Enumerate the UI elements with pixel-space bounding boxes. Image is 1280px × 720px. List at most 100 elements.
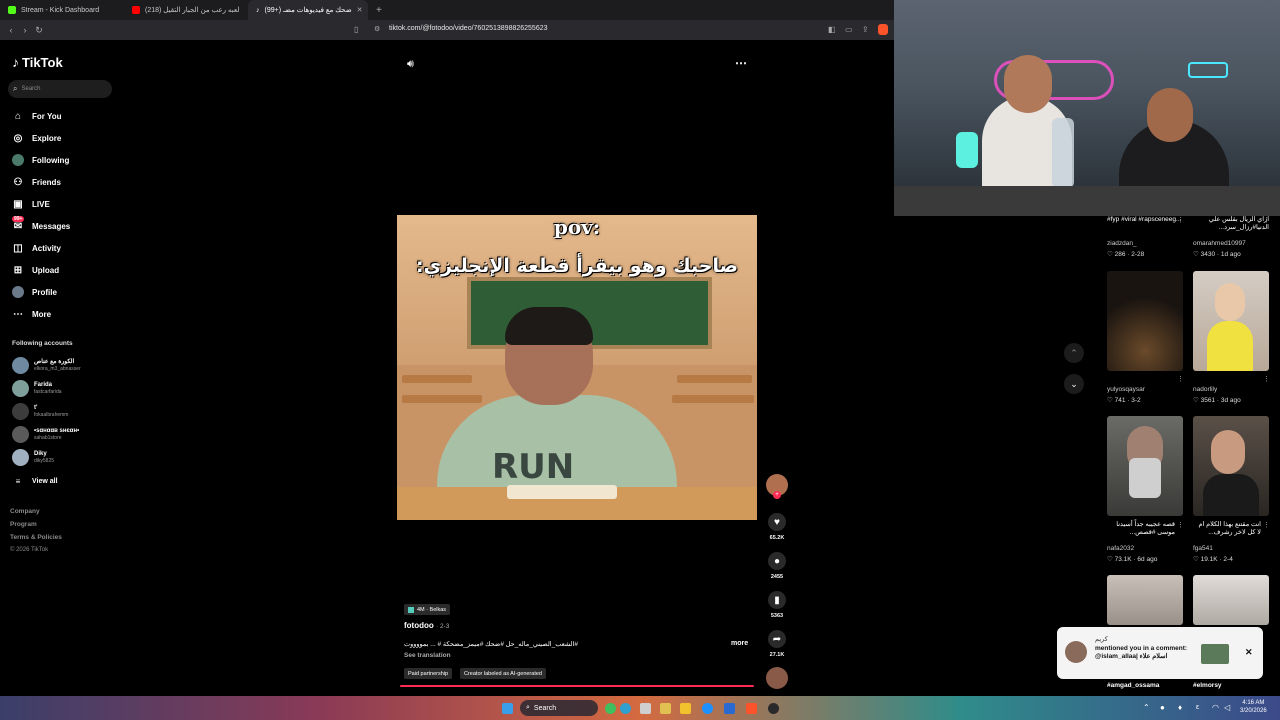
nav-upload[interactable]: ⊞ Upload <box>12 264 59 276</box>
grid-user[interactable]: #amgad_ossama <box>1107 682 1159 689</box>
footer-terms[interactable]: Terms & Policies <box>10 534 62 541</box>
search-input[interactable]: ⌕ Search <box>8 80 112 98</box>
tab-kick[interactable]: Stream - Kick Dashboard <box>0 0 124 20</box>
grid-date: 3d ago <box>1220 397 1241 404</box>
close-tab-icon[interactable]: ✕ <box>357 6 363 14</box>
tray-mic-icon[interactable]: ♦ <box>1178 703 1182 712</box>
notification-toast[interactable]: كريم mentioned you in a comment: @islam_… <box>1057 627 1263 679</box>
follow-plus-icon[interactable]: + <box>773 491 781 499</box>
account-item[interactable]: t' fokaalbrahemm <box>12 403 68 420</box>
nav-for-you[interactable]: ⌂ For You <box>12 110 62 122</box>
account-item[interactable]: Farida fastcarfarida <box>12 380 62 397</box>
creator-avatar-button[interactable]: + <box>766 474 788 499</box>
video-player[interactable]: RUN pov: صاحبك وهو بيقرأ قطعة الإنجليزي: <box>397 215 757 520</box>
obs-icon[interactable] <box>768 703 779 714</box>
store-icon[interactable] <box>724 703 735 714</box>
tab-youtube[interactable]: لعبه رعب من الجبار التقيل (218) <box>124 0 248 20</box>
grid-user[interactable]: nadorlily <box>1193 386 1217 393</box>
back-icon[interactable]: ‹ <box>4 25 18 35</box>
grid-thumbnail[interactable] <box>1107 271 1183 371</box>
nav-activity[interactable]: ◫ Activity <box>12 242 61 254</box>
taskbar-search[interactable]: ⌕ Search <box>520 700 598 716</box>
profile-icon <box>12 286 24 298</box>
grid-options-icon[interactable]: ⋮ <box>1263 521 1270 529</box>
nav-live[interactable]: ▣ LIVE <box>12 198 50 210</box>
extension-icon[interactable]: ◧ <box>828 25 836 34</box>
app-icon[interactable] <box>620 703 631 714</box>
brave-shield-icon[interactable] <box>878 24 888 35</box>
footer-program[interactable]: Program <box>10 521 37 528</box>
grid-date: 2-28 <box>1131 251 1145 258</box>
windows-start-icon[interactable] <box>502 703 513 714</box>
account-item[interactable]: الكورة مع عناص elkora_m3_abnasser <box>12 357 81 374</box>
file-explorer-icon[interactable] <box>680 703 691 714</box>
grid-user[interactable]: yulyosqaysar <box>1107 386 1145 393</box>
nav-messages[interactable]: ✉ Messages 99+ <box>12 216 70 232</box>
music-disc-button[interactable] <box>766 667 788 689</box>
copilot-icon[interactable] <box>660 703 671 714</box>
grid-options-icon[interactable]: ⋮ <box>1177 521 1184 529</box>
volume-tray-icon[interactable]: ◁ <box>1224 703 1230 712</box>
comment-button[interactable]: ● 2455 <box>766 552 788 580</box>
close-icon[interactable]: ✕ <box>1245 647 1253 658</box>
grid-thumbnail[interactable] <box>1193 416 1269 516</box>
thumb-face <box>1215 283 1245 321</box>
cast-icon[interactable]: ▭ <box>845 25 853 34</box>
view-all-link[interactable]: ≡ View all <box>12 475 58 487</box>
tray-app-icon[interactable]: ● <box>1160 703 1165 712</box>
tiktok-logo[interactable]: ♪ TikTok <box>12 54 63 70</box>
bookmark-icon[interactable]: ▯ <box>354 25 358 34</box>
volume-icon[interactable]: 🔊︎ <box>407 58 414 71</box>
bookmark-icon: ▮ <box>768 591 786 609</box>
tray-chevron-icon[interactable]: ⌃ <box>1143 703 1150 712</box>
more-button[interactable]: more <box>731 640 748 647</box>
new-tab-button[interactable]: + <box>368 5 390 16</box>
nav-friends[interactable]: ⚇ Friends <box>12 176 61 188</box>
nav-profile[interactable]: Profile <box>12 286 57 298</box>
task-view-icon[interactable] <box>640 703 651 714</box>
see-translation-link[interactable]: See translation <box>404 652 451 659</box>
grid-options-icon[interactable]: ⋮ <box>1177 216 1184 224</box>
edge-icon[interactable] <box>702 703 713 714</box>
save-button[interactable]: ▮ 5363 <box>766 591 788 619</box>
url-field[interactable]: tiktok.com/@fotodoo/video/76025138988262… <box>389 25 548 32</box>
grid-user[interactable]: #elmorsy <box>1193 682 1222 689</box>
grid-thumbnail[interactable] <box>1193 271 1269 371</box>
author-name[interactable]: fotodoo <box>404 621 434 630</box>
grid-user[interactable]: ziadzdan_ <box>1107 240 1137 247</box>
tray-language-icon[interactable]: ε <box>1196 704 1199 711</box>
music-chip[interactable]: 4M · Belkas <box>404 604 451 615</box>
reload-icon[interactable]: ↻ <box>32 25 46 36</box>
nav-more[interactable]: ⋯ More <box>12 308 51 320</box>
grid-options-icon[interactable]: ⋮ <box>1263 216 1270 224</box>
clock[interactable]: 4:16 AM 3/20/2026 <box>1240 699 1267 715</box>
grid-user[interactable]: omarahmed10997 <box>1193 240 1246 247</box>
share-button[interactable]: ➦ 27.1K <box>766 630 788 658</box>
scroll-down-button[interactable]: ⌄ <box>1064 374 1084 394</box>
forward-icon[interactable]: › <box>18 25 32 35</box>
footer-company[interactable]: Company <box>10 508 40 515</box>
grid-thumbnail[interactable] <box>1107 416 1183 516</box>
tab-tiktok[interactable]: ♪ (99+) ضحك مع فيديوهات مضـ ✕ <box>248 0 368 20</box>
like-button[interactable]: ♥ 65.2K <box>766 513 788 541</box>
grid-caption: ازاي الزيال بقلس علي الدنيا#رزال_سرد... <box>1208 216 1269 231</box>
account-item[interactable]: •ѕαнααв ѕнєαн• sahab1store <box>12 426 79 443</box>
scroll-up-button[interactable]: ⌃ <box>1064 343 1084 363</box>
grid-user[interactable]: fga541 <box>1193 545 1213 552</box>
options-icon[interactable]: ⋯ <box>735 56 747 70</box>
grid-options-icon[interactable]: ⋮ <box>1263 375 1270 383</box>
widget-icon[interactable] <box>605 703 616 714</box>
brave-icon[interactable] <box>746 703 757 714</box>
wifi-icon[interactable]: ◠ <box>1212 703 1219 712</box>
account-item[interactable]: Diky diky5825 <box>12 449 54 466</box>
share-icon[interactable]: ⇪ <box>862 25 869 34</box>
nav-following[interactable]: Following <box>12 154 69 166</box>
chevron-up-icon: ⌃ <box>1070 347 1078 358</box>
grid-user[interactable]: nafa2032 <box>1107 545 1134 552</box>
video-progress-bar[interactable] <box>400 685 754 687</box>
nav-explore[interactable]: ◎ Explore <box>12 132 62 144</box>
grid-thumbnail[interactable] <box>1193 575 1269 625</box>
grid-options-icon[interactable]: ⋮ <box>1177 375 1184 383</box>
grid-thumbnail[interactable] <box>1107 575 1183 625</box>
site-info-icon[interactable]: ⚙ <box>374 25 380 33</box>
